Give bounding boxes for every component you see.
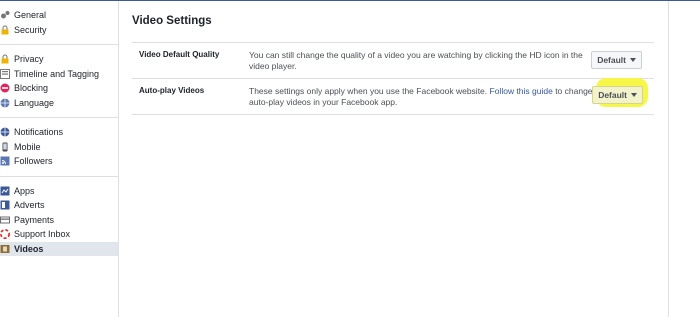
dropdown-value: Default xyxy=(597,55,626,65)
sidebar-item-adverts[interactable]: Adverts xyxy=(0,198,118,213)
timeline-icon xyxy=(0,68,10,79)
sidebar-item-followers[interactable]: Followers xyxy=(0,154,118,169)
sidebar-item-label: Followers xyxy=(14,156,53,167)
film-icon xyxy=(0,244,10,254)
block-icon xyxy=(0,83,10,93)
sidebar-item-label: Language xyxy=(14,97,55,108)
sidebar-item-label: Security xyxy=(14,24,47,35)
setting-row-video-quality: Video Default Quality You can still chan… xyxy=(132,43,654,79)
settings-table: Video Default Quality You can still chan… xyxy=(132,42,654,115)
chevron-down-icon xyxy=(631,93,637,97)
setting-name: Auto-play Videos xyxy=(139,86,205,95)
follow-guide-link[interactable]: Follow this guide xyxy=(490,86,553,96)
lifebuoy-icon xyxy=(0,229,10,240)
sidebar-item-security[interactable]: Security xyxy=(0,23,118,38)
page-title: Video Settings xyxy=(132,15,212,27)
quality-dropdown-wrap: Default xyxy=(591,51,642,69)
sidebar-item-label: Support Inbox xyxy=(14,229,71,240)
rss-icon xyxy=(0,156,10,166)
setting-row-autoplay: Auto-play Videos These settings only app… xyxy=(132,78,654,115)
sidebar-item-blocking[interactable]: Blocking xyxy=(0,81,118,96)
sidebar-group: General Security xyxy=(0,1,118,45)
sidebar-item-apps[interactable]: Apps xyxy=(0,184,118,199)
desc-text: These settings only apply when you use t… xyxy=(249,86,490,96)
sidebar-item-label: General xyxy=(14,10,47,21)
setting-description: These settings only apply when you use t… xyxy=(249,79,604,114)
autoplay-dropdown[interactable]: Default xyxy=(592,86,643,104)
sidebar-item-label: Videos xyxy=(14,243,44,254)
sidebar-item-general[interactable]: General xyxy=(0,8,118,23)
sidebar-item-payments[interactable]: Payments xyxy=(0,213,118,228)
padlock-icon xyxy=(0,54,10,64)
globe-icon xyxy=(0,98,10,108)
right-gutter xyxy=(669,1,700,317)
lock-icon xyxy=(0,25,10,35)
main-panel: Video Settings Video Default Quality You… xyxy=(119,1,669,317)
sidebar-item-label: Payments xyxy=(14,214,55,225)
sidebar-item-timeline-and-tagging[interactable]: Timeline and Tagging xyxy=(0,67,118,82)
sidebar-item-notifications[interactable]: Notifications xyxy=(0,125,118,140)
autoplay-dropdown-wrap: Default xyxy=(592,86,643,104)
gears-icon xyxy=(0,10,10,20)
sidebar-item-videos[interactable]: Videos xyxy=(0,241,118,256)
video-quality-dropdown[interactable]: Default xyxy=(591,51,642,69)
sidebar-item-label: Adverts xyxy=(14,200,45,211)
sidebar-item-label: Notifications xyxy=(14,127,64,138)
sidebar-group: Notifications Mobile Followers xyxy=(0,118,118,177)
card-icon xyxy=(0,215,10,225)
sidebar-item-label: Apps xyxy=(14,185,35,196)
sidebar-item-privacy[interactable]: Privacy xyxy=(0,52,118,67)
sidebar-group: Privacy Timeline and Tagging Blocking Langu… xyxy=(0,45,118,118)
sidebar-item-support-inbox[interactable]: Support Inbox xyxy=(0,227,118,242)
sidebar-item-mobile[interactable]: Mobile xyxy=(0,140,118,155)
sidebar-item-label: Privacy xyxy=(14,54,44,65)
sidebar-item-label: Mobile xyxy=(14,141,41,152)
mobile-icon xyxy=(0,142,10,152)
dropdown-value: Default xyxy=(598,90,627,100)
sidebar-item-language[interactable]: Language xyxy=(0,96,118,111)
sidebar-item-label: Blocking xyxy=(14,83,49,94)
setting-description: You can still change the quality of a vi… xyxy=(249,50,583,71)
sidebar-group: Apps Adverts Payments Support Inbox Videos xyxy=(0,177,118,264)
setting-name: Video Default Quality xyxy=(139,50,220,59)
sidebar-item-label: Timeline and Tagging xyxy=(14,68,100,79)
settings-sidebar: General Security Privacy Timeline and Taggi… xyxy=(0,1,119,317)
globe-icon xyxy=(0,127,10,137)
chevron-down-icon xyxy=(630,58,636,62)
adverts-icon xyxy=(0,200,10,210)
apps-icon xyxy=(0,186,10,196)
